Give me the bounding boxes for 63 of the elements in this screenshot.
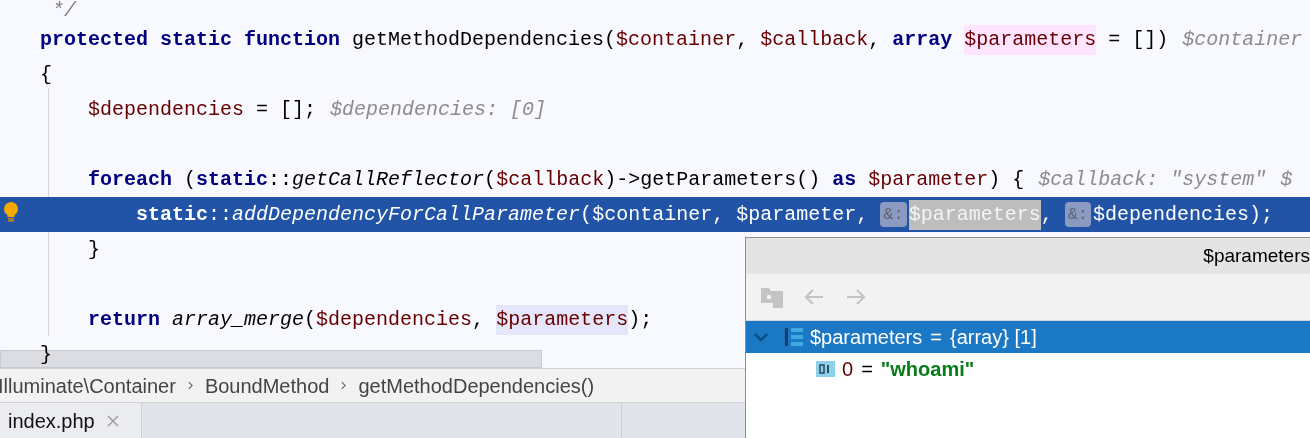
inline-hint: $dependencies: [0] xyxy=(330,96,547,123)
code-variable: $dependencies xyxy=(87,96,245,123)
inlay-hint: &: xyxy=(1064,201,1092,228)
code-keyword: as xyxy=(832,166,858,193)
code-function: addDependencyForCallParameter xyxy=(232,201,581,228)
code-text: :: xyxy=(268,166,293,193)
code-text: , xyxy=(472,306,486,333)
highlighted-variable: $parameters xyxy=(496,304,629,335)
value-icon xyxy=(816,359,836,379)
tree-row[interactable]: $parameters = {array} [1] xyxy=(746,321,1310,353)
code-comment: */ xyxy=(51,0,76,24)
code-text: { xyxy=(40,61,52,88)
code-text: = []; xyxy=(255,96,317,123)
lightbulb-icon[interactable] xyxy=(3,202,19,222)
inlay-hint: &: xyxy=(880,201,907,228)
code-text: :: xyxy=(208,201,233,228)
inline-hint: $callback: ″system″ xyxy=(1038,166,1267,193)
highlighted-variable: $parameters xyxy=(964,24,1097,55)
code-text: ); xyxy=(1249,201,1274,228)
code-keyword: return xyxy=(87,306,162,333)
code-text: = []) xyxy=(1107,26,1169,53)
code-variable: $callback xyxy=(760,26,869,53)
code-text: ); xyxy=(628,306,653,333)
code-text: , xyxy=(1040,201,1054,228)
file-tab[interactable]: index.php xyxy=(0,403,142,438)
code-keyword: static xyxy=(135,201,209,228)
code-function: getCallReflector xyxy=(292,166,485,193)
inline-hint: $ xyxy=(1280,166,1293,193)
code-text: ( xyxy=(484,166,497,193)
code-text: ( xyxy=(304,306,317,333)
code-keyword: foreach xyxy=(87,166,174,193)
code-function: array_merge xyxy=(172,306,305,333)
code-text: ( xyxy=(580,201,593,228)
code-text: ( xyxy=(184,166,197,193)
code-variable: $dependencies xyxy=(316,306,473,333)
code-variable: $container xyxy=(616,26,737,53)
breadcrumb-item[interactable]: Illuminate\Container xyxy=(0,370,176,401)
breadcrumb-item[interactable]: getMethodDependencies() xyxy=(358,370,595,401)
code-variable: $callback xyxy=(496,166,605,193)
code-text: , xyxy=(856,201,870,228)
code-variable: $container xyxy=(592,201,713,228)
code-variable: $parameter xyxy=(868,166,989,193)
chevron-icon[interactable] xyxy=(754,330,768,344)
code-keyword: protected static function xyxy=(40,26,342,53)
code-text: , xyxy=(868,26,882,53)
popup-title: $parameters xyxy=(1203,243,1310,268)
code-text: ) { xyxy=(988,166,1025,193)
code-text: , xyxy=(736,26,750,53)
code-text: )->getParameters() xyxy=(604,166,822,193)
numbered-list-icon xyxy=(784,327,804,347)
breadcrumb-item[interactable]: BoundMethod xyxy=(204,370,330,401)
code-keyword: array xyxy=(892,26,954,53)
code-variable: $parameter xyxy=(736,201,857,228)
code-text: , xyxy=(712,201,726,228)
code-text: } xyxy=(87,236,100,263)
chevron-icon xyxy=(187,381,193,390)
code-text: getMethodDependencies( xyxy=(352,26,617,53)
code-text: } xyxy=(40,341,52,368)
chevron-icon xyxy=(341,381,347,390)
code-variable: $dependencies xyxy=(1093,201,1250,228)
inline-hint: $container xyxy=(1182,26,1303,53)
code-keyword: static xyxy=(196,166,269,193)
close-icon[interactable] xyxy=(106,414,119,427)
